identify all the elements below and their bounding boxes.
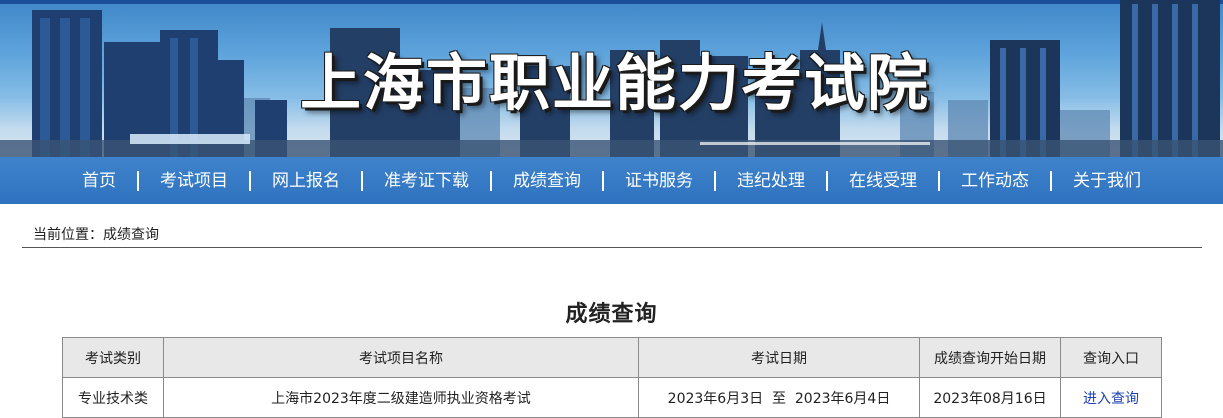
nav-item-online-registration[interactable]: 网上报名 xyxy=(251,170,361,192)
column-header-query-start-date: 成绩查询开始日期 xyxy=(919,337,1061,378)
page-title: 成绩查询 xyxy=(565,302,658,327)
cell-query-entry: 进入查询 xyxy=(1060,377,1162,418)
nav-item-work-news[interactable]: 工作动态 xyxy=(940,170,1050,192)
site-title: 上海市职业能力考试院 xyxy=(300,48,931,119)
cell-exam-date: 2023年6月3日 至 2023年6月4日 xyxy=(638,377,920,418)
nav-item-about-us[interactable]: 关于我们 xyxy=(1052,170,1141,192)
breadcrumb: 当前位置：成绩查询 xyxy=(33,227,159,243)
table-header-row: 考试类别 考试项目名称 考试日期 成绩查询开始日期 查询入口 xyxy=(62,337,1162,378)
cell-exam-category: 专业技术类 xyxy=(62,377,164,418)
table-row: 专业技术类 上海市2023年度二级建造师执业资格考试 2023年6月3日 至 2… xyxy=(62,377,1162,418)
cell-query-start-date: 2023年08月16日 xyxy=(919,377,1061,418)
nav-item-online-acceptance[interactable]: 在线受理 xyxy=(828,170,938,192)
column-header-exam-name: 考试项目名称 xyxy=(163,337,639,378)
nav-item-home[interactable]: 首页 xyxy=(82,170,137,192)
column-header-query-entry: 查询入口 xyxy=(1060,337,1162,378)
nav-item-certificate-service[interactable]: 证书服务 xyxy=(604,170,714,192)
nav-item-admission-ticket[interactable]: 准考证下载 xyxy=(363,170,490,192)
cell-exam-name: 上海市2023年度二级建造师执业资格考试 xyxy=(163,377,639,418)
main-nav: 首页 考试项目 网上报名 准考证下载 成绩查询 证书服务 违纪处理 在线受理 工… xyxy=(0,157,1223,204)
nav-item-violation-handling[interactable]: 违纪处理 xyxy=(716,170,826,192)
site-banner: 上海市职业能力考试院 xyxy=(0,0,1223,157)
column-header-exam-date: 考试日期 xyxy=(638,337,920,378)
breadcrumb-divider xyxy=(22,247,1202,248)
column-header-exam-category: 考试类别 xyxy=(62,337,164,378)
nav-item-exam-projects[interactable]: 考试项目 xyxy=(139,170,249,192)
enter-query-link[interactable]: 进入查询 xyxy=(1083,391,1139,407)
nav-item-score-query[interactable]: 成绩查询 xyxy=(492,170,602,192)
score-query-table: 考试类别 考试项目名称 考试日期 成绩查询开始日期 查询入口 专业技术类 上海市… xyxy=(62,337,1162,418)
